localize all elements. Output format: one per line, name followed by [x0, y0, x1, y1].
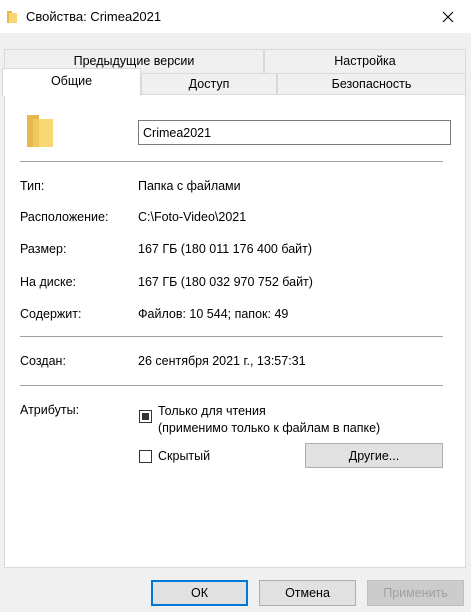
tab-sharing[interactable]: Доступ — [141, 73, 277, 95]
folder-icon — [7, 11, 17, 23]
tab-security[interactable]: Безопасность — [277, 73, 466, 95]
general-tab-panel: Тип: Папка с файлами Расположение: C:\Fo… — [4, 94, 466, 568]
folder-name-input[interactable] — [138, 120, 451, 145]
created-label: Создан: — [20, 354, 66, 368]
on-disk-value: 167 ГБ (180 032 970 752 байт) — [138, 275, 313, 289]
divider — [20, 385, 443, 386]
apply-button[interactable]: Применить — [367, 580, 464, 606]
title-bar: Свойства: Crimea2021 — [0, 0, 471, 33]
location-value: C:\Foto-Video\2021 — [138, 210, 247, 224]
indeterminate-mark — [142, 413, 149, 420]
location-label: Расположение: — [20, 210, 109, 224]
readonly-note: (применимо только к файлам в папке) — [158, 421, 381, 435]
readonly-checkbox[interactable] — [139, 410, 152, 423]
readonly-label: Только для чтения — [158, 404, 266, 418]
divider — [20, 336, 443, 337]
on-disk-label: На диске: — [20, 275, 77, 289]
folder-icon — [27, 115, 53, 147]
size-label: Размер: — [20, 242, 67, 256]
hidden-checkbox[interactable] — [139, 450, 152, 463]
tab-general[interactable]: Общие — [2, 68, 141, 96]
close-button[interactable] — [425, 0, 471, 33]
ok-button[interactable]: ОК — [151, 580, 248, 606]
size-value: 167 ГБ (180 011 176 400 байт) — [138, 242, 313, 256]
properties-dialog: Свойства: Crimea2021 Предыдущие версии Н… — [0, 0, 471, 612]
type-value: Папка с файлами — [138, 179, 241, 193]
advanced-attributes-button[interactable]: Другие... — [305, 443, 443, 468]
hidden-label: Скрытый — [158, 449, 211, 463]
contains-value: Файлов: 10 544; папок: 49 — [138, 307, 289, 321]
cancel-button[interactable]: Отмена — [259, 580, 356, 606]
contains-label: Содержит: — [20, 307, 82, 321]
tab-customize[interactable]: Настройка — [264, 49, 466, 73]
window-title: Свойства: Crimea2021 — [26, 9, 162, 24]
divider — [20, 161, 443, 162]
type-label: Тип: — [20, 179, 45, 193]
created-value: 26 сентября 2021 г., 13:57:31 — [138, 354, 306, 368]
attributes-label: Атрибуты: — [20, 403, 80, 417]
close-icon — [442, 11, 454, 22]
